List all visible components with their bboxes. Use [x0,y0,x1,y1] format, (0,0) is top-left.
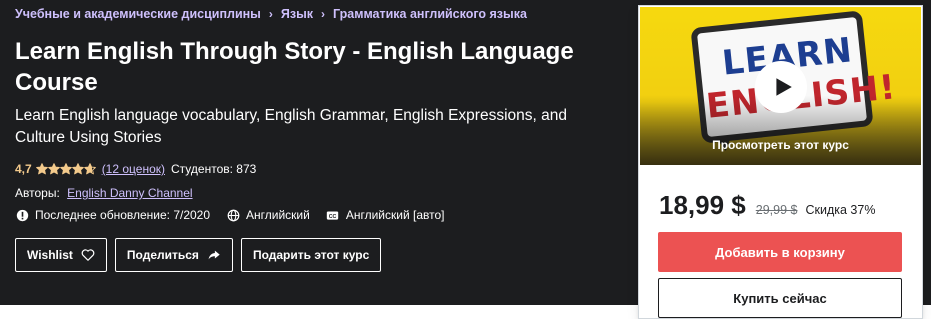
play-icon [768,76,794,98]
authors-row: Авторы: English Danny Channel [15,186,193,200]
students-count: Студентов: 873 [171,162,257,176]
captions-text: Английский [авто] [345,208,445,222]
rating-stars [35,163,96,175]
star-icon [47,163,60,175]
share-label: Поделиться [126,248,199,262]
globe-icon [226,208,240,222]
course-meta: Последнее обновление: 7/2020 Английский … [15,208,460,222]
star-icon [59,163,72,175]
current-price: 18,99 $ [659,190,746,220]
rating-value: 4,7 [15,162,32,176]
course-title: Learn English Through Story - English La… [15,38,574,96]
share-button[interactable]: Поделиться [114,238,233,272]
wishlist-label: Wishlist [27,248,73,262]
buy-now-button[interactable]: Купить сейчас [658,278,902,318]
course-actions: Wishlist Поделиться Подарить этот курс [15,238,389,272]
reviews-count-link[interactable]: (12 оценок) [102,162,165,176]
star-icon [83,163,96,175]
add-to-cart-button[interactable]: Добавить в корзину [658,232,902,272]
course-language: Английский [226,208,310,222]
discount-badge: Скидка 37% [805,203,876,217]
purchase-sidebar: LEARN ENGLISH! Просмотреть этот курс 18,… [638,5,923,319]
authors-label: Авторы: [15,186,60,200]
chevron-right-icon: › [268,7,273,21]
star-icon [35,163,48,175]
chevron-right-icon: › [321,7,326,21]
alert-icon [15,208,29,222]
course-preview[interactable]: LEARN ENGLISH! Просмотреть этот курс [640,7,921,165]
gift-course-button[interactable]: Подарить этот курс [240,238,382,272]
preview-label: Просмотреть этот курс [712,138,849,152]
last-updated-text: Последнее обновление: 7/2020 [35,208,211,222]
price-row: 18,99 $ 29,99 $ Скидка 37% [659,190,875,221]
play-button[interactable] [755,61,807,113]
wishlist-button[interactable]: Wishlist [15,238,107,272]
gift-label: Подарить этот курс [252,248,370,262]
captions-icon: CC [326,208,340,222]
breadcrumb-item-grammar[interactable]: Грамматика английского языка [333,7,527,21]
breadcrumb-item-language[interactable]: Язык [281,7,313,21]
author-link[interactable]: English Danny Channel [67,186,192,200]
course-captions: CC Английский [авто] [326,208,445,222]
original-price: 29,99 $ [755,203,798,217]
rating-row: 4,7 (12 оценок) Студентов: 873 [15,162,256,176]
breadcrumb: Учебные и академические дисциплины › Язы… [15,7,527,21]
share-arrow-icon [207,248,221,262]
breadcrumb-item-disciplines[interactable]: Учебные и академические дисциплины [15,7,261,21]
svg-text:CC: CC [329,213,337,219]
language-text: Английский [246,208,310,222]
course-subtitle: Learn English language vocabulary, Engli… [15,107,567,146]
heart-icon [81,248,95,262]
star-icon [71,163,84,175]
last-updated: Последнее обновление: 7/2020 [15,208,210,222]
